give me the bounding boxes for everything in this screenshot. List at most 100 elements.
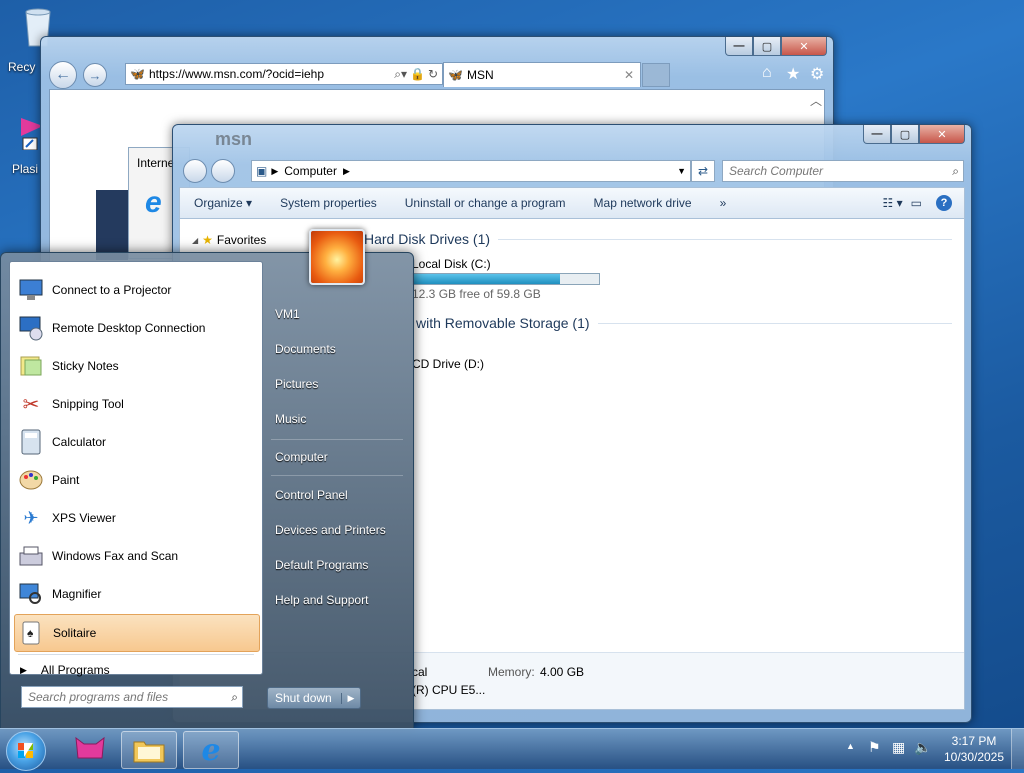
tools-gear-icon[interactable]: ⚙ <box>810 64 824 84</box>
view-options-icon[interactable]: ☷ ▾ <box>883 196 903 210</box>
link-documents[interactable]: Documents <box>275 342 336 356</box>
breadcrumb-computer[interactable]: Computer <box>284 164 337 178</box>
dropdown-arrow-icon[interactable]: ▼ <box>677 166 686 176</box>
taskbar-app-shortcut[interactable] <box>70 733 110 765</box>
program-sticky-notes[interactable]: Sticky Notes <box>14 348 258 384</box>
new-tab-button[interactable] <box>642 63 670 87</box>
preview-pane-icon[interactable]: ▭ <box>911 196 922 210</box>
projector-icon <box>16 275 46 305</box>
computer-icon: ▣ <box>256 164 268 178</box>
explorer-caption-buttons: — ▢ ✕ <box>863 125 965 144</box>
expand-arrow-icon[interactable]: ◢ <box>192 236 198 245</box>
organize-button[interactable]: Organize ▾ <box>180 196 266 210</box>
msn-favicon-icon: 🦋 <box>130 67 145 81</box>
start-search-input[interactable]: Search programs and files ⌕ <box>21 686 243 708</box>
svg-text:♠: ♠ <box>27 626 34 640</box>
link-devices-printers[interactable]: Devices and Printers <box>275 523 386 537</box>
remote-desktop-icon <box>16 313 46 343</box>
link-help-support[interactable]: Help and Support <box>275 593 368 607</box>
close-button[interactable]: ✕ <box>919 125 965 144</box>
program-connect-projector[interactable]: Connect to a Projector <box>14 272 258 308</box>
tab-msn[interactable]: 🦋 MSN ✕ <box>443 62 641 87</box>
separator <box>271 439 403 440</box>
shutdown-button[interactable]: Shut down ▶ <box>267 687 361 709</box>
taskbar: e ▲ ⚑ ▦ 🔈 3:17 PM 10/30/2025 <box>0 728 1024 771</box>
volume-muted-icon[interactable]: 🔈 <box>914 739 931 756</box>
maximize-button[interactable]: ▢ <box>891 125 919 144</box>
refresh-button[interactable]: ⇄ <box>691 160 715 182</box>
paint-palette-icon <box>16 465 46 495</box>
minimize-button[interactable]: — <box>863 125 891 144</box>
pink-app-icon <box>75 736 105 759</box>
program-remote-desktop[interactable]: Remote Desktop Connection <box>14 310 258 346</box>
taskbar-ie[interactable]: e <box>183 731 239 769</box>
program-xps-viewer[interactable]: ✈ XPS Viewer <box>14 500 258 536</box>
link-user[interactable]: VM1 <box>275 307 300 321</box>
program-paint[interactable]: Paint <box>14 462 258 498</box>
minimize-button[interactable]: — <box>725 37 753 56</box>
scroll-up-icon[interactable]: ︿ <box>810 92 822 109</box>
close-button[interactable]: ✕ <box>781 37 827 56</box>
tab-close-icon[interactable]: ✕ <box>624 68 634 82</box>
breadcrumb-bar[interactable]: ▣ ▶ Computer ▶ ▼ <box>251 160 691 182</box>
group-header-hdd[interactable]: Hard Disk Drives (1) <box>364 231 952 247</box>
program-snipping-tool[interactable]: ✂ Snipping Tool <box>14 386 258 422</box>
group-header-removable[interactable]: with Removable Storage (1) <box>416 315 952 331</box>
link-default-programs[interactable]: Default Programs <box>275 558 368 572</box>
tab-title: MSN <box>466 68 494 82</box>
program-fax-scan[interactable]: Windows Fax and Scan <box>14 538 258 574</box>
shutdown-options-arrow-icon[interactable]: ▶ <box>341 692 360 704</box>
map-network-drive-button[interactable]: Map network drive <box>580 196 706 210</box>
drive-c[interactable]: Local Disk (C:) 12.3 GB free of 59.8 GB <box>412 257 602 301</box>
search-icon[interactable]: ⌕ <box>231 690 238 705</box>
back-button[interactable] <box>183 159 207 183</box>
action-center-flag-icon[interactable]: ⚑ <box>868 739 881 756</box>
details-workgroup: cal <box>412 665 428 679</box>
clock[interactable]: 3:17 PM 10/30/2025 <box>940 734 1008 764</box>
taskbar-explorer[interactable] <box>121 731 177 769</box>
fax-icon <box>16 541 46 571</box>
uninstall-program-button[interactable]: Uninstall or change a program <box>391 196 580 210</box>
search-icon[interactable]: ⌕▾ <box>394 67 407 82</box>
cards-icon: ♠ <box>17 618 47 648</box>
search-icon[interactable]: ⌕ <box>952 164 959 179</box>
back-button[interactable]: ← <box>49 61 77 89</box>
details-cpu: (R) CPU E5... <box>412 683 486 697</box>
link-computer[interactable]: Computer <box>275 450 328 464</box>
help-icon[interactable]: ? <box>936 195 952 211</box>
sticky-notes-icon <box>16 351 46 381</box>
network-icon[interactable]: ▦ <box>892 739 905 756</box>
search-computer-input[interactable]: Search Computer ⌕ <box>722 160 964 182</box>
program-magnifier[interactable]: Magnifier <box>14 576 258 612</box>
all-programs-button[interactable]: ▶ All Programs <box>20 660 110 680</box>
address-bar[interactable]: 🦋 https://www.msn.com/?ocid=iehp ⌕▾ 🔒 ↻ <box>125 63 443 85</box>
ie-navbar: ← → 🦋 https://www.msn.com/?ocid=iehp ⌕▾ … <box>49 61 825 89</box>
user-picture[interactable] <box>309 229 365 285</box>
link-music[interactable]: Music <box>275 412 306 426</box>
link-pictures[interactable]: Pictures <box>275 377 318 391</box>
nav-favorites[interactable]: ◢ ★ Favorites <box>192 233 266 247</box>
chevron-right-icon[interactable]: ▶ <box>271 166 278 177</box>
home-icon[interactable]: ⌂ <box>762 64 772 82</box>
drive-d[interactable]: CD Drive (D:) <box>412 357 484 371</box>
scissors-icon: ✂ <box>22 393 40 416</box>
details-memory-value: 4.00 GB <box>540 665 585 679</box>
clock-date: 10/30/2025 <box>943 750 1005 764</box>
refresh-icon[interactable]: ↻ <box>428 67 438 81</box>
forward-button[interactable]: → <box>83 63 107 87</box>
system-properties-button[interactable]: System properties <box>266 196 391 210</box>
link-control-panel[interactable]: Control Panel <box>275 488 348 502</box>
calculator-icon <box>16 427 46 457</box>
msn-favicon-icon: 🦋 <box>448 68 463 82</box>
forward-button[interactable] <box>211 159 235 183</box>
program-calculator[interactable]: Calculator <box>14 424 258 460</box>
folder-icon <box>133 741 165 763</box>
show-desktop-button[interactable] <box>1011 729 1024 769</box>
maximize-button[interactable]: ▢ <box>753 37 781 56</box>
desktop-icon-label: Plasi <box>12 162 39 176</box>
chevron-right-icon[interactable]: ▶ <box>343 166 350 177</box>
show-hidden-icons[interactable]: ▲ <box>846 741 855 751</box>
program-solitaire[interactable]: ♠ Solitaire <box>14 614 260 652</box>
more-commands-button[interactable]: » <box>706 196 741 210</box>
favorites-star-icon[interactable]: ★ <box>786 64 800 84</box>
